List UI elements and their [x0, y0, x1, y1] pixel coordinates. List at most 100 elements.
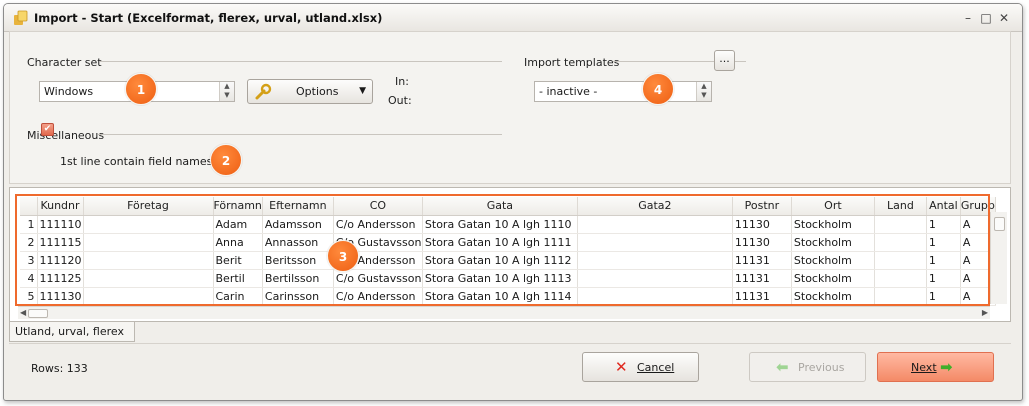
table-cell[interactable]: Stockholm [791, 251, 875, 270]
table-cell[interactable] [577, 269, 733, 288]
column-header[interactable]: Antal [926, 197, 961, 216]
first-line-label: 1st line contain field names [60, 155, 213, 168]
table-cell[interactable]: Bertilsson [262, 269, 334, 288]
table-header-row: Kundnr Företag Förnamn Efternamn CO Gata… [20, 197, 996, 216]
table-cell[interactable]: 1 [926, 287, 961, 306]
import-template-value: - inactive - [539, 85, 598, 98]
table-cell[interactable] [577, 233, 733, 252]
table-cell[interactable] [874, 287, 927, 306]
table-cell[interactable] [83, 287, 214, 306]
table-cell[interactable]: Beritsson [262, 251, 334, 270]
table-cell[interactable]: Bertil [213, 269, 263, 288]
table-cell[interactable]: Carinsson [262, 287, 334, 306]
table-cell[interactable]: C/o Andersson [333, 287, 423, 306]
row-number-header [20, 197, 38, 216]
table-cell[interactable]: Stockholm [791, 215, 875, 234]
miscellaneous-label: Miscellaneous [27, 129, 105, 142]
table-cell[interactable]: 11131 [732, 269, 792, 288]
scroll-left-icon[interactable]: ◀ [20, 307, 26, 319]
table-cell[interactable]: 1 [926, 269, 961, 288]
sheet-tab[interactable]: Utland, urval, flerex [9, 322, 135, 342]
table-cell[interactable] [83, 251, 214, 270]
column-header[interactable]: Land [874, 197, 927, 216]
column-header[interactable]: CO [333, 197, 423, 216]
table-cell[interactable] [874, 215, 927, 234]
table-cell[interactable]: 11131 [732, 287, 792, 306]
table-row[interactable]: 5 111130 Carin Carinsson C/o Andersson S… [20, 287, 996, 306]
table-cell[interactable]: 11130 [732, 233, 792, 252]
table-cell[interactable]: C/o Gustavsson [333, 269, 423, 288]
column-header[interactable]: Ort [791, 197, 875, 216]
table-cell[interactable]: Adamsson [262, 215, 334, 234]
table-cell[interactable] [874, 269, 927, 288]
maximize-icon[interactable]: □ [978, 10, 994, 26]
previous-button[interactable]: ⬅ Previous [749, 352, 866, 382]
column-header[interactable]: Företag [83, 197, 214, 216]
horizontal-scrollbar[interactable]: ◀ ▶ [18, 306, 990, 319]
table-cell[interactable] [874, 251, 927, 270]
table-row[interactable]: 1 111110 Adam Adamsson C/o Andersson Sto… [20, 215, 996, 234]
table-cell[interactable]: 111125 [37, 269, 84, 288]
column-header[interactable]: Postnr [732, 197, 792, 216]
table-cell[interactable] [577, 251, 733, 270]
table-cell[interactable] [874, 233, 927, 252]
table-cell[interactable]: 1 [926, 233, 961, 252]
scrollbar-thumb[interactable] [994, 217, 1005, 231]
spinner-arrows-icon[interactable]: ▲ ▼ [219, 82, 234, 101]
column-header[interactable]: Gata2 [577, 197, 733, 216]
table-cell[interactable] [83, 269, 214, 288]
title-bar: Import - Start (Excelformat, flerex, urv… [4, 4, 1022, 32]
app-icon [14, 10, 28, 25]
cancel-label: Cancel [637, 361, 675, 374]
spinner-arrows-icon[interactable]: ▲ ▼ [696, 82, 711, 101]
table-cell[interactable]: Stora Gatan 10 A lgh 1113 [422, 269, 578, 288]
table-cell[interactable]: Carin [213, 287, 263, 306]
table-cell[interactable]: 1 [926, 251, 961, 270]
table-cell[interactable]: Stora Gatan 10 A lgh 1112 [422, 251, 578, 270]
next-button[interactable]: Next ➡ [877, 352, 994, 382]
table-cell[interactable]: Stora Gatan 10 A lgh 1114 [422, 287, 578, 306]
table-cell[interactable]: 111115 [37, 233, 84, 252]
table-cell[interactable]: Stockholm [791, 269, 875, 288]
table-cell[interactable] [83, 233, 214, 252]
column-header[interactable]: Förnamn [213, 197, 263, 216]
table-cell[interactable]: Stockholm [791, 233, 875, 252]
table-row[interactable]: 4 111125 Bertil Bertilsson C/o Gustavsso… [20, 269, 996, 288]
cancel-button[interactable]: ✕ Cancel [582, 352, 699, 382]
table-cell[interactable]: Stora Gatan 10 A lgh 1111 [422, 233, 578, 252]
column-header[interactable]: Gata [422, 197, 578, 216]
in-label: In: [395, 75, 409, 88]
character-set-divider [100, 61, 502, 62]
table-cell[interactable]: Anna [213, 233, 263, 252]
table-cell[interactable] [577, 215, 733, 234]
column-header[interactable]: Efternamn [262, 197, 334, 216]
footer-divider [9, 343, 1011, 344]
table-cell[interactable]: 111130 [37, 287, 84, 306]
options-button[interactable]: Options ▼ [247, 79, 373, 104]
column-header[interactable]: Kundnr [37, 197, 84, 216]
browse-templates-button[interactable]: ... [714, 50, 735, 71]
table-cell[interactable]: Adam [213, 215, 263, 234]
table-cell[interactable]: 11131 [732, 251, 792, 270]
table-cell[interactable]: Annasson [262, 233, 334, 252]
table-cell[interactable]: C/o Andersson [333, 215, 423, 234]
first-line-checkbox[interactable]: ✔ [41, 123, 54, 136]
table-cell[interactable]: 111110 [37, 215, 84, 234]
scrollbar-thumb[interactable] [28, 309, 48, 318]
table-row[interactable]: 2 111115 Anna Annasson C/o Gustavsson St… [20, 233, 996, 252]
scroll-right-icon[interactable]: ▶ [982, 307, 988, 319]
table-cell[interactable]: 1 [926, 215, 961, 234]
table-cell[interactable] [83, 215, 214, 234]
table-cell[interactable] [577, 287, 733, 306]
table-cell[interactable]: Stockholm [791, 287, 875, 306]
table-cell[interactable]: Berit [213, 251, 263, 270]
table-cell[interactable]: 111120 [37, 251, 84, 270]
close-icon[interactable]: ✕ [996, 10, 1012, 26]
table-row[interactable]: 3 111120 Berit Beritsson C/o Andersson S… [20, 251, 996, 270]
table-cell[interactable]: Stora Gatan 10 A lgh 1110 [422, 215, 578, 234]
table-cell[interactable]: 11130 [732, 215, 792, 234]
import-template-select[interactable]: - inactive - ▲ ▼ [534, 81, 712, 102]
vertical-scrollbar[interactable] [990, 212, 1007, 304]
minimize-icon[interactable]: – [960, 10, 976, 26]
row-number: 4 [20, 269, 38, 288]
